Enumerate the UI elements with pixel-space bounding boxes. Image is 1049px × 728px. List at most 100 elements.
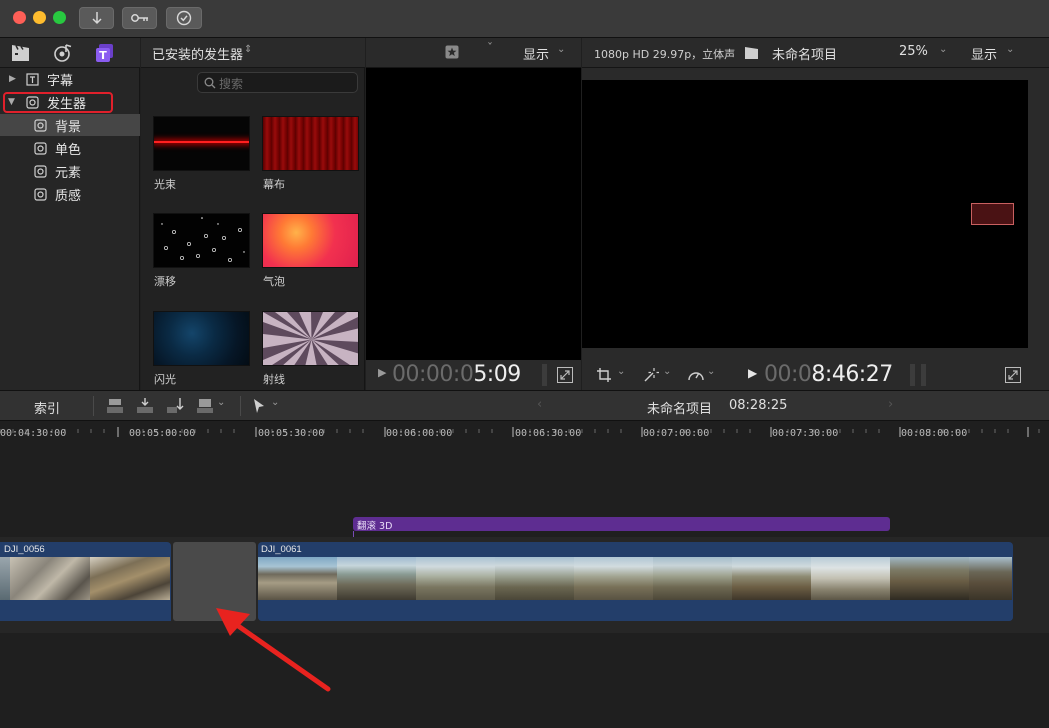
chevron-down-icon[interactable]: ⌄ bbox=[707, 366, 715, 377]
event-display-menu[interactable]: 显示 bbox=[523, 44, 549, 63]
download-icon bbox=[91, 12, 102, 25]
project-name: 未命名项目 bbox=[772, 48, 838, 63]
titles-generators-icon[interactable]: T bbox=[95, 43, 115, 63]
crop-icon[interactable] bbox=[596, 367, 612, 383]
minimize-window-button[interactable] bbox=[33, 11, 46, 24]
connect-clip-icon[interactable] bbox=[106, 397, 124, 415]
category-selector[interactable]: 已安装的发生器 bbox=[152, 44, 243, 63]
back-arrow-icon[interactable]: ‹ bbox=[537, 397, 542, 412]
append-clip-icon[interactable] bbox=[166, 397, 184, 415]
divider bbox=[93, 396, 94, 416]
sidebar-item-label: 字幕 bbox=[47, 73, 74, 89]
svg-text:T: T bbox=[99, 49, 107, 62]
chevron-down-icon: ⌄ bbox=[939, 44, 948, 55]
project-viewer bbox=[582, 68, 1049, 360]
rays-graphic bbox=[263, 312, 358, 365]
project-viewer-header: 1080p HD 29.97p，立体声 未命名项目 25% ⌄ 显示 ⌄ bbox=[582, 38, 1049, 68]
ruler-label: 00:05:30:00 bbox=[258, 428, 325, 439]
generator-icon bbox=[34, 187, 47, 201]
disclosure-right-icon[interactable]: ▶ bbox=[9, 74, 16, 84]
browser-sidebar: ▶ 字幕 ▼ 发生器 背景 单色 元素 质感 bbox=[0, 68, 140, 390]
sidebar-item-elements[interactable]: 元素 bbox=[0, 160, 140, 182]
ruler-label: 00:07:30:00 bbox=[772, 428, 839, 439]
import-button[interactable] bbox=[79, 7, 114, 29]
clip-name: DJI_0056 bbox=[4, 544, 45, 555]
divider bbox=[240, 396, 241, 416]
ruler-label: 00:07:00:00 bbox=[643, 428, 710, 439]
search-input[interactable]: 搜索 bbox=[197, 72, 358, 93]
filmstrip-frame bbox=[0, 557, 10, 600]
generator-thumb-flash[interactable] bbox=[153, 311, 250, 366]
chevron-down-icon[interactable]: ˇ bbox=[487, 41, 493, 55]
sidebar-item-textures[interactable]: 质感 bbox=[0, 183, 140, 205]
filmstrip-frame bbox=[258, 557, 337, 600]
forward-arrow-icon[interactable]: › bbox=[888, 397, 893, 412]
sidebar-item-solids[interactable]: 单色 bbox=[0, 137, 140, 159]
project-viewer-canvas bbox=[582, 80, 1028, 348]
timeline-project-name: 未命名项目 bbox=[647, 402, 713, 417]
filmstrip-frame bbox=[495, 557, 574, 600]
ruler-label: 00:06:30:00 bbox=[515, 428, 582, 439]
chevron-down-icon[interactable]: ⌄ bbox=[271, 397, 279, 408]
filmstrip-frame bbox=[90, 557, 170, 600]
project-timecode: 00:08:46:27 bbox=[764, 362, 893, 387]
sidebar-item-label: 单色 bbox=[55, 142, 82, 158]
chevron-down-icon[interactable]: ⌄ bbox=[217, 397, 225, 408]
clip-preview-box bbox=[971, 203, 1014, 225]
clapper-icon[interactable] bbox=[11, 44, 30, 62]
project-viewer-controls: ⌄ ⌄ ⌄ ▶ 00:08:46:27 bbox=[582, 360, 1049, 390]
divider bbox=[921, 364, 926, 386]
fullscreen-icon[interactable] bbox=[1005, 367, 1021, 383]
generator-thumb-bubbles[interactable] bbox=[262, 213, 359, 268]
overwrite-clip-icon[interactable] bbox=[196, 397, 214, 415]
generator-thumb-curtain[interactable] bbox=[262, 116, 359, 171]
generator-thumb-light-beam[interactable] bbox=[153, 116, 250, 171]
search-placeholder: 搜索 bbox=[219, 77, 244, 91]
chevron-updown-icon[interactable]: ⇕ bbox=[244, 44, 252, 55]
ruler-label: 00:08:00:00 bbox=[901, 428, 968, 439]
search-icon bbox=[204, 77, 216, 89]
speed-gauge-icon[interactable] bbox=[687, 367, 705, 383]
generator-thumb-drift[interactable] bbox=[153, 213, 250, 268]
index-button[interactable]: 索引 bbox=[34, 398, 60, 417]
sidebar-item-backgrounds[interactable]: 背景 bbox=[0, 114, 140, 136]
sidebar-item-label: 质感 bbox=[55, 188, 82, 204]
connected-title-clip[interactable]: 翻滚 3D bbox=[353, 517, 890, 532]
play-icon[interactable]: ▶ bbox=[748, 366, 757, 380]
thumb-label: 闪光 bbox=[154, 373, 176, 386]
sidebar-item-titles[interactable]: ▶ 字幕 bbox=[0, 68, 140, 90]
zoom-window-button[interactable] bbox=[53, 11, 66, 24]
clapper-icon bbox=[745, 47, 758, 59]
filmstrip-frame bbox=[969, 557, 1012, 600]
thumb-label: 射线 bbox=[263, 373, 285, 386]
generator-thumb-rays[interactable] bbox=[262, 311, 359, 366]
music-photo-icon[interactable] bbox=[53, 43, 73, 63]
key-icon bbox=[130, 14, 148, 22]
background-tasks-button[interactable] bbox=[166, 7, 202, 29]
chevron-down-icon[interactable]: ⌄ bbox=[617, 366, 625, 377]
event-viewer-controls: ▶ 00:00:05:09 bbox=[366, 360, 581, 390]
filmstrip-frame bbox=[732, 557, 811, 600]
generator-icon bbox=[34, 141, 47, 155]
viewer-display-menu[interactable]: 显示 bbox=[971, 44, 997, 63]
magic-wand-icon[interactable] bbox=[643, 367, 659, 383]
insert-clip-icon[interactable] bbox=[136, 397, 154, 415]
connected-title-label: 翻滚 3D bbox=[357, 521, 393, 532]
thumb-label: 漂移 bbox=[154, 275, 176, 288]
browser-header: 已安装的发生器 ⇕ bbox=[141, 38, 365, 68]
ruler-label: 00:06:00:00 bbox=[386, 428, 453, 439]
chevron-down-icon: ⌄ bbox=[557, 44, 566, 55]
star-icon[interactable] bbox=[445, 45, 459, 59]
close-window-button[interactable] bbox=[13, 11, 26, 24]
select-tool-icon[interactable] bbox=[253, 398, 265, 414]
fullscreen-icon[interactable] bbox=[557, 367, 573, 383]
play-icon[interactable]: ▶ bbox=[378, 366, 386, 379]
ruler-label: 00:05:00:00 bbox=[129, 428, 196, 439]
keywords-button[interactable] bbox=[122, 7, 157, 29]
event-viewer-header: ˇ 显示 ⌄ bbox=[366, 38, 581, 68]
event-viewer-canvas bbox=[366, 68, 581, 360]
zoom-level-menu[interactable]: 25% bbox=[899, 44, 928, 59]
clip-name: DJI_0061 bbox=[261, 544, 302, 555]
sidebar-item-label: 背景 bbox=[55, 119, 82, 135]
chevron-down-icon[interactable]: ⌄ bbox=[663, 366, 671, 377]
